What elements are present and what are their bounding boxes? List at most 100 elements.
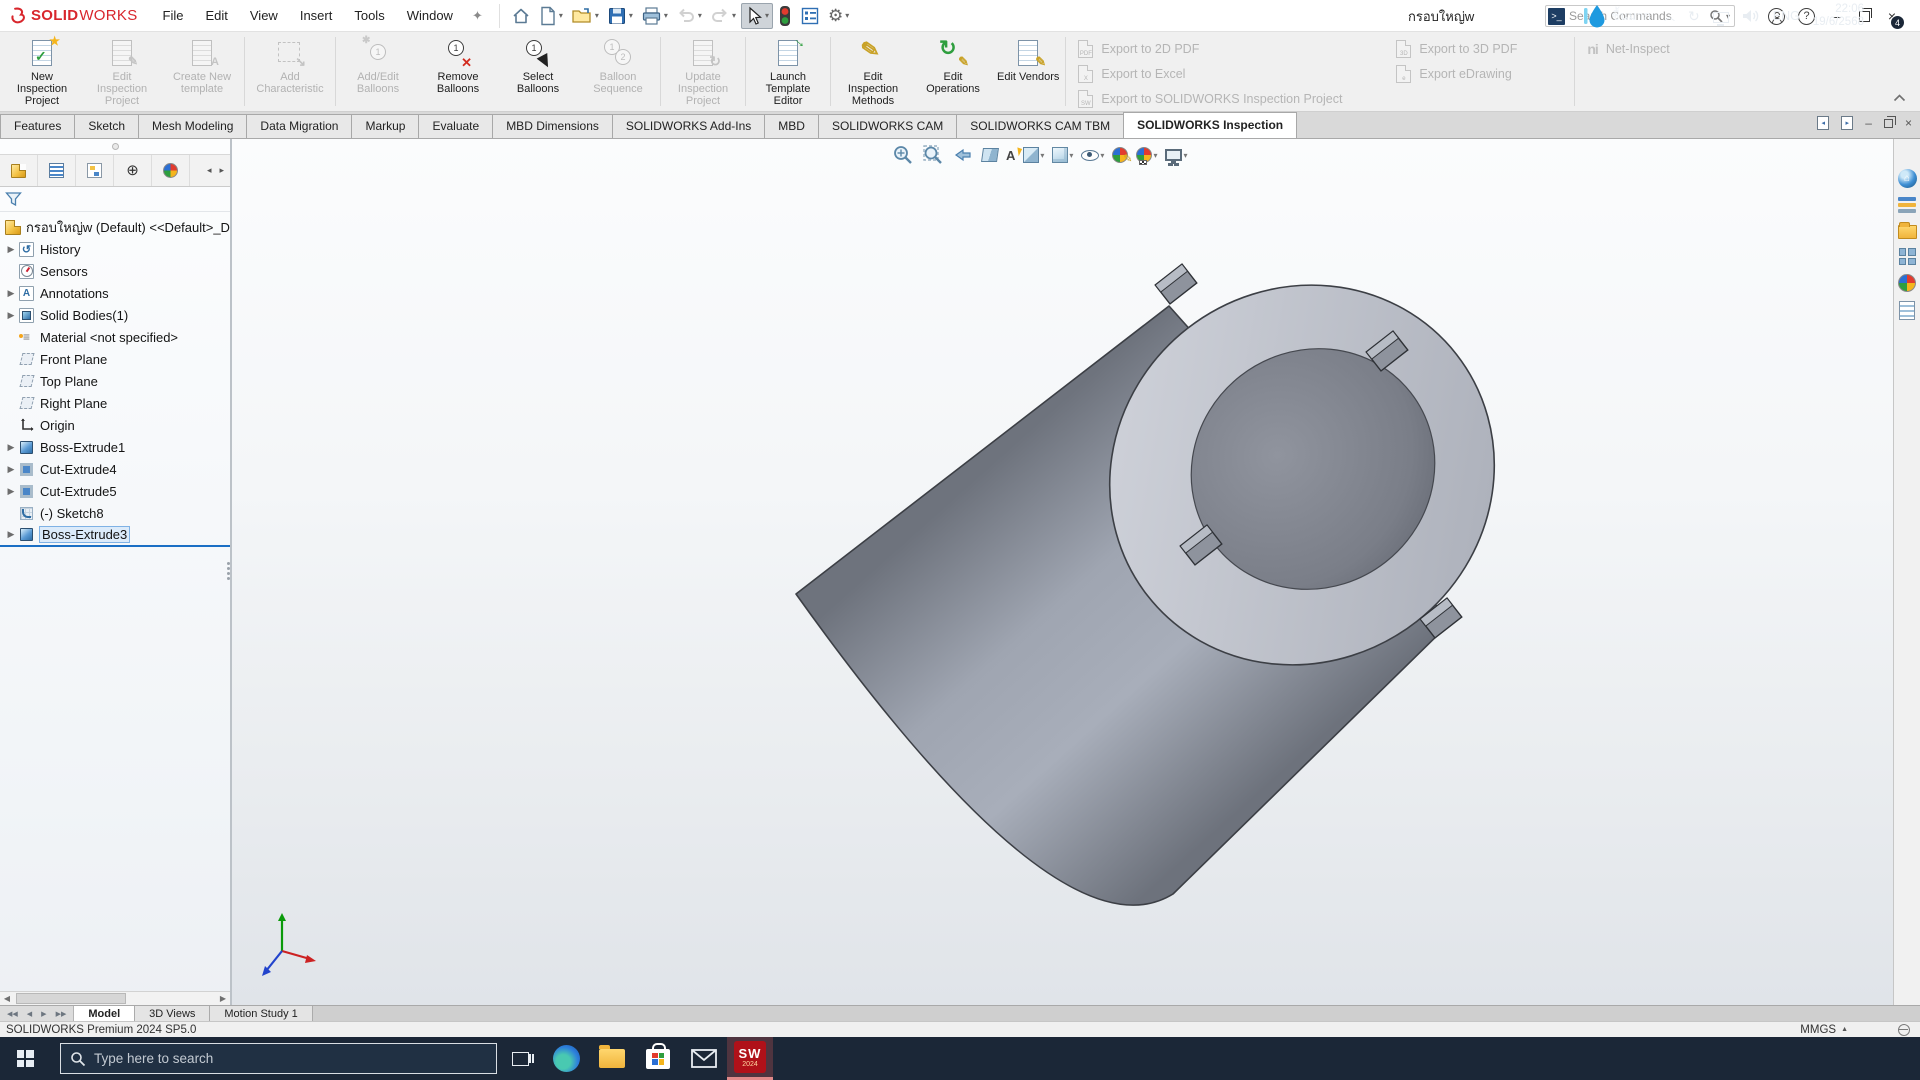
taskbar-search-input[interactable]: [94, 1051, 487, 1066]
appearances-icon[interactable]: [1898, 274, 1916, 292]
file-explorer-button[interactable]: [589, 1037, 635, 1080]
hide-show-items-button[interactable]: ▾: [1081, 143, 1104, 167]
tab-markup[interactable]: Markup: [351, 114, 419, 138]
scroll-right-icon[interactable]: ▸: [219, 165, 224, 176]
export-to-excel-button[interactable]: X Export to Excel: [1078, 63, 1376, 84]
solidworks-resources-icon[interactable]: ⌂: [1898, 169, 1917, 188]
chevron-down-icon[interactable]: ▾: [765, 11, 769, 20]
feature-manager-tab[interactable]: [0, 155, 38, 186]
home-button[interactable]: [508, 3, 534, 29]
next-tab-icon[interactable]: ▶: [37, 1010, 50, 1018]
tab-3d-views[interactable]: 3D Views: [135, 1006, 210, 1021]
menu-window[interactable]: Window: [396, 0, 464, 32]
menu-insert[interactable]: Insert: [289, 0, 344, 32]
menu-view[interactable]: View: [239, 0, 289, 32]
remove-balloons-button[interactable]: 1 ✕ Remove Balloons: [418, 33, 498, 110]
next-document-icon[interactable]: ▸: [1841, 116, 1853, 130]
tree-item-solid-bodies[interactable]: ▶ Solid Bodies(1): [0, 304, 230, 326]
options-list-button[interactable]: [797, 3, 823, 29]
menu-edit[interactable]: Edit: [194, 0, 238, 32]
tree-item-material[interactable]: ≡ Material <not specified>: [0, 326, 230, 348]
open-button[interactable]: ▾: [568, 3, 602, 29]
add-edit-balloons-button[interactable]: 1 ✱ Add/Edit Balloons: [338, 33, 418, 110]
launch-template-editor-button[interactable]: → Launch Template Editor: [748, 33, 828, 110]
file-explorer-icon[interactable]: [1898, 225, 1917, 239]
language-indicator[interactable]: ENG: [1773, 9, 1800, 23]
rim-clip[interactable]: [1155, 264, 1197, 304]
tree-item-sensors[interactable]: Sensors: [0, 260, 230, 282]
print-button[interactable]: ▾: [638, 3, 671, 29]
chevron-down-icon[interactable]: ▾: [1183, 151, 1187, 160]
tab-mbd[interactable]: MBD: [764, 114, 819, 138]
chevron-down-icon[interactable]: ▾: [595, 11, 599, 20]
network-icon[interactable]: [1713, 12, 1729, 23]
restore-document-button[interactable]: [1884, 119, 1893, 128]
create-new-template-button[interactable]: A Create New template: [162, 33, 242, 110]
scrollbar-track[interactable]: [14, 992, 216, 1005]
previous-view-button[interactable]: [952, 143, 974, 167]
store-button[interactable]: [635, 1037, 681, 1080]
chevron-down-icon[interactable]: ▾: [1153, 151, 1157, 160]
export-to-3d-pdf-button[interactable]: 3D Export to 3D PDF: [1396, 38, 1562, 59]
tab-model[interactable]: Model: [74, 1006, 135, 1021]
expand-arrow-icon[interactable]: ▶: [4, 442, 18, 453]
edit-appearance-button[interactable]: ✎: [1112, 143, 1128, 167]
chevron-down-icon[interactable]: ▾: [1069, 151, 1073, 160]
panel-resize-handle[interactable]: [226, 554, 231, 588]
expand-arrow-icon[interactable]: ▶: [4, 464, 18, 475]
display-manager-tab[interactable]: [152, 155, 190, 186]
tab-sketch[interactable]: Sketch: [74, 114, 139, 138]
expand-arrow-icon[interactable]: ▶: [4, 310, 18, 321]
tab-solidworks-cam-tbm[interactable]: SOLIDWORKS CAM TBM: [956, 114, 1124, 138]
start-button[interactable]: [0, 1037, 50, 1080]
tree-item-cut-extrude5[interactable]: ▶ Cut-Extrude5: [0, 480, 230, 502]
chevron-down-icon[interactable]: ▾: [1100, 151, 1104, 160]
cylinder-model[interactable]: [232, 139, 1893, 1005]
tab-motion-study-1[interactable]: Motion Study 1: [210, 1006, 312, 1021]
minimize-document-button[interactable]: –: [1865, 116, 1872, 130]
design-library-icon[interactable]: [1898, 197, 1916, 213]
apply-scene-button[interactable]: ▾: [1136, 143, 1157, 167]
export-to-2d-pdf-button[interactable]: PDF Export to 2D PDF: [1078, 38, 1376, 59]
zoom-to-fit-button[interactable]: [892, 143, 914, 167]
undo-button[interactable]: ▾: [673, 3, 705, 29]
tab-mesh-modeling[interactable]: Mesh Modeling: [138, 114, 247, 138]
pin-menu-icon[interactable]: ✦: [472, 8, 483, 24]
scroll-left-icon[interactable]: ◀: [0, 992, 14, 1005]
menu-file[interactable]: File: [152, 0, 195, 32]
graphics-viewport[interactable]: A ▾ ▾ ▾ ✎ ▾: [232, 139, 1893, 1005]
view-orientation-button[interactable]: ▾: [1052, 143, 1073, 167]
chevron-down-icon[interactable]: ▾: [559, 11, 563, 20]
redo-button[interactable]: ▾: [707, 3, 739, 29]
tree-item-origin[interactable]: Origin: [0, 414, 230, 436]
collapse-ribbon-button[interactable]: [1893, 89, 1906, 107]
expand-arrow-icon[interactable]: ▶: [4, 529, 18, 540]
dynamic-annotation-views-button[interactable]: A: [1006, 143, 1015, 167]
chevron-down-icon[interactable]: ▾: [629, 11, 633, 20]
tree-item-cut-extrude4[interactable]: ▶ Cut-Extrude4: [0, 458, 230, 480]
custom-properties-icon[interactable]: [1899, 301, 1915, 320]
scroll-left-icon[interactable]: ◂: [207, 165, 212, 176]
action-center-button[interactable]: 4: [1877, 5, 1901, 27]
tree-item-boss-extrude3[interactable]: ▶ Boss-Extrude3: [0, 524, 230, 547]
zoom-to-area-button[interactable]: [922, 143, 944, 167]
solidworks-app-button[interactable]: SW 2024: [727, 1037, 773, 1080]
sync-icon[interactable]: ↻: [1688, 8, 1700, 25]
filter-funnel-icon[interactable]: [5, 191, 22, 207]
export-to-solidworks-inspection-project-button[interactable]: SW Export to SOLIDWORKS Inspection Proje…: [1078, 88, 1376, 109]
speaker-icon[interactable]: [1742, 8, 1760, 24]
unit-system-selector[interactable]: MMGS ▲: [1800, 1024, 1848, 1036]
tab-evaluate[interactable]: Evaluate: [418, 114, 493, 138]
new-document-button[interactable]: ▾: [536, 3, 566, 29]
view-palette-icon[interactable]: [1899, 248, 1916, 265]
tab-mbd-dimensions[interactable]: MBD Dimensions: [492, 114, 613, 138]
add-characteristic-button[interactable]: ↘ Add Characteristic: [247, 33, 333, 110]
tab-solidworks-add-ins[interactable]: SOLIDWORKS Add-Ins: [612, 114, 765, 138]
tree-item-boss-extrude1[interactable]: ▶ Boss-Extrude1: [0, 436, 230, 458]
chevron-down-icon[interactable]: ▾: [664, 11, 668, 20]
tree-item-sketch8[interactable]: (-) Sketch8: [0, 502, 230, 524]
clock[interactable]: 22:06 19/6/2568: [1813, 3, 1864, 29]
scroll-right-icon[interactable]: ▶: [216, 992, 230, 1005]
edge-button[interactable]: [543, 1037, 589, 1080]
tree-item-right-plane[interactable]: Right Plane: [0, 392, 230, 414]
